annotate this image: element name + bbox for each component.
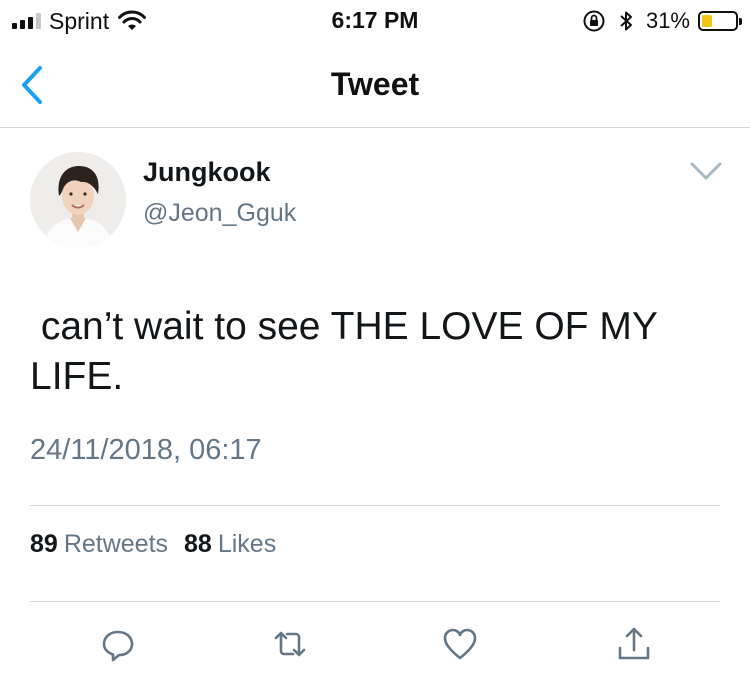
engagement-stats: 89 Retweets 88 Likes: [30, 530, 276, 559]
status-right: 31%: [582, 6, 742, 36]
status-bar: Sprint 6:17 PM 31%: [0, 0, 750, 42]
divider: [30, 601, 720, 602]
tweet-actions: [0, 620, 750, 670]
retweets-label: Retweets: [63, 530, 169, 558]
rotation-lock-icon: [583, 10, 605, 32]
user-handle[interactable]: @Jeon_Gguk: [143, 199, 296, 228]
likes-count: 88: [184, 530, 212, 558]
page-title: Tweet: [330, 66, 420, 102]
reply-icon[interactable]: [98, 624, 138, 664]
divider: [30, 505, 720, 506]
bluetooth-icon: [620, 11, 632, 31]
battery-icon: [698, 11, 742, 31]
retweets-count: 89: [30, 530, 58, 558]
avatar-image: [30, 152, 126, 248]
battery-percentage: 31%: [645, 8, 690, 33]
tweet-timestamp: 24/11/2018, 06:17: [30, 434, 262, 466]
avatar[interactable]: [30, 152, 126, 248]
display-name[interactable]: Jungkook: [143, 157, 271, 188]
tweet-text: can’t wait to see THE LOVE OF MY LIFE.: [30, 305, 668, 398]
retweets-stat[interactable]: 89 Retweets: [30, 530, 168, 559]
likes-label: Likes: [217, 530, 277, 558]
battery-fill: [702, 15, 712, 27]
share-icon[interactable]: [614, 624, 654, 664]
like-icon[interactable]: [440, 624, 480, 664]
navigation-bar: Tweet: [0, 42, 750, 128]
chevron-down-icon[interactable]: [688, 158, 724, 184]
likes-stat[interactable]: 88 Likes: [184, 530, 276, 559]
retweet-icon[interactable]: [270, 624, 310, 664]
